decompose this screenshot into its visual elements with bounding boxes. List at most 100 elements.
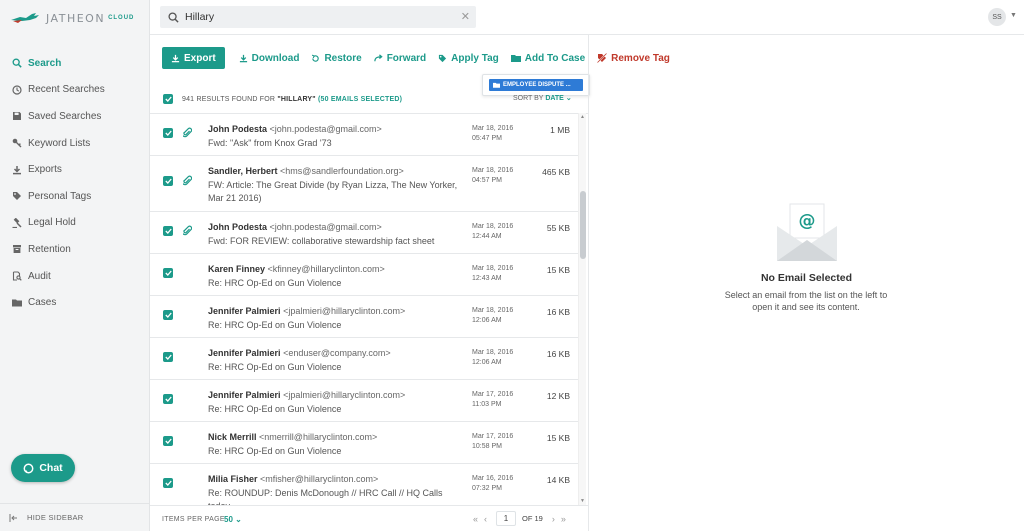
folder-icon <box>11 297 22 308</box>
remove-tag-button[interactable]: Remove Tag <box>597 53 670 64</box>
sidebar-item-label: Personal Tags <box>28 190 92 202</box>
search-icon <box>11 58 22 69</box>
search-input[interactable] <box>185 11 455 23</box>
email-row[interactable]: Jennifer Palmieri <jpalmieri@hillaryclin… <box>150 380 578 422</box>
email-date-time: 12:06 AM <box>472 317 502 324</box>
row-checkbox[interactable] <box>163 478 173 488</box>
items-per-page-label: ITEMS PER PAGE <box>162 516 225 523</box>
email-sender: Karen Finney <kfinney@hillaryclinton.com… <box>208 264 385 274</box>
search-bar: ✕ <box>160 6 476 28</box>
check-icon <box>164 96 172 102</box>
apply-tag-button[interactable]: Apply Tag <box>438 53 499 64</box>
email-date-day: Mar 17, 2016 <box>472 433 514 440</box>
toolbar: Export Download Restore Forward Apply Ta… <box>162 47 682 69</box>
results-selected: (50 EMAILS SELECTED) <box>317 95 403 103</box>
fox-logo-icon <box>11 13 39 23</box>
email-row[interactable]: Nick Merrill <nmerrill@hillaryclinton.co… <box>150 422 578 464</box>
row-checkbox[interactable] <box>163 226 173 236</box>
row-checkbox[interactable] <box>163 128 173 138</box>
check-icon <box>164 228 172 234</box>
sidebar-item-label: Search <box>28 57 62 69</box>
remove-tag-label: Remove Tag <box>611 52 670 64</box>
email-row[interactable]: Jennifer Palmieri <jpalmieri@hillaryclin… <box>150 296 578 338</box>
check-icon <box>164 178 172 184</box>
pagination: « ‹ 1 OF 19 › » <box>470 511 569 526</box>
sender-name: Milia Fisher <box>208 474 258 484</box>
email-date-day: Mar 18, 2016 <box>472 349 514 356</box>
email-row[interactable]: Jennifer Palmieri <enduser@company.com> R… <box>150 338 578 380</box>
sidebar-item-retention[interactable]: Retention <box>0 236 150 263</box>
sidebar-item-cases[interactable]: Cases <box>0 289 150 316</box>
list-scrollbar[interactable]: ▲ ▼ <box>578 113 586 505</box>
sidebar-item-search[interactable]: Search <box>0 50 150 77</box>
email-date: Mar 18, 2016 05:47 PM <box>472 124 513 144</box>
sidebar-item-exports[interactable]: Exports <box>0 156 150 183</box>
email-row[interactable]: John Podesta <john.podesta@gmail.com> Fwd… <box>150 114 578 156</box>
sidebar-item-label: Retention <box>28 243 71 255</box>
email-subject: Fwd: FOR REVIEW: collaborative stewardsh… <box>208 236 435 246</box>
forward-button[interactable]: Forward <box>373 53 426 64</box>
email-sender: Jennifer Palmieri <enduser@company.com> <box>208 348 391 358</box>
email-date-day: Mar 16, 2016 <box>472 475 514 482</box>
tag-icon <box>439 54 447 62</box>
row-checkbox[interactable] <box>163 176 173 186</box>
first-page-icon[interactable]: « <box>473 514 478 524</box>
email-sender: Jennifer Palmieri <jpalmieri@hillaryclin… <box>208 390 405 400</box>
row-checkbox[interactable] <box>163 352 173 362</box>
row-checkbox[interactable] <box>163 268 173 278</box>
last-page-icon[interactable]: » <box>561 514 566 524</box>
email-date-day: Mar 18, 2016 <box>472 307 514 314</box>
attachment-icon <box>181 175 193 189</box>
scroll-thumb[interactable] <box>580 191 586 259</box>
sidebar-item-saved-searches[interactable]: Saved Searches <box>0 103 150 130</box>
search-icon <box>168 11 179 23</box>
sidebar-item-keyword-lists[interactable]: Keyword Lists <box>0 130 150 157</box>
export-button[interactable]: Export <box>162 47 225 69</box>
avatar[interactable]: SS <box>988 8 1006 26</box>
row-checkbox[interactable] <box>163 394 173 404</box>
sidebar-item-recent-searches[interactable]: Recent Searches <box>0 77 150 104</box>
sender-address: <jpalmieri@hillaryclinton.com> <box>283 306 406 316</box>
items-per-page-select[interactable]: 50 ⌄ <box>224 515 242 524</box>
clear-search-icon[interactable]: ✕ <box>461 10 470 23</box>
hide-sidebar-label: HIDE SIDEBAR <box>27 513 84 522</box>
sort-control[interactable]: SORT BY DATE ⌄ <box>513 94 572 102</box>
email-date: Mar 18, 2016 12:06 AM <box>472 348 513 368</box>
email-row[interactable]: Milia Fisher <mfisher@hillaryclinton.com… <box>150 464 578 505</box>
add-to-case-button[interactable]: Add To Case <box>510 53 585 64</box>
restore-button[interactable]: Restore <box>311 52 362 64</box>
email-date-time: 12:06 AM <box>472 359 502 366</box>
email-date: Mar 16, 2016 07:32 PM <box>472 474 513 494</box>
select-all-checkbox[interactable] <box>163 94 173 104</box>
hide-sidebar-button[interactable]: HIDE SIDEBAR <box>0 503 150 531</box>
prev-page-icon[interactable]: ‹ <box>484 514 487 524</box>
email-row[interactable]: John Podesta <john.podesta@gmail.com> Fwd… <box>150 212 578 254</box>
email-sender: John Podesta <john.podesta@gmail.com> <box>208 222 382 232</box>
restore-label: Restore <box>324 52 362 64</box>
sidebar-item-audit[interactable]: Audit <box>0 263 150 290</box>
row-checkbox[interactable] <box>163 310 173 320</box>
sender-address: <john.podesta@gmail.com> <box>269 124 382 134</box>
email-row[interactable]: Karen Finney <kfinney@hillaryclinton.com… <box>150 254 578 296</box>
sidebar-item-label: Legal Hold <box>28 217 76 229</box>
chat-button[interactable]: Chat <box>11 454 75 482</box>
chevron-down-icon[interactable]: ▼ <box>1010 12 1017 19</box>
scroll-up-icon[interactable]: ▲ <box>580 114 585 120</box>
email-date-day: Mar 18, 2016 <box>472 167 514 174</box>
download-button[interactable]: Download <box>239 53 299 64</box>
row-checkbox[interactable] <box>163 436 173 446</box>
next-page-icon[interactable]: › <box>552 514 555 524</box>
email-date: Mar 17, 2016 10:58 PM <box>472 432 513 452</box>
sidebar-item-legal-hold[interactable]: Legal Hold <box>0 210 150 237</box>
check-icon <box>164 396 172 402</box>
email-subject: FW: Article: The Great Divide (by Ryan L… <box>208 180 458 203</box>
email-size: 15 KB <box>546 433 570 443</box>
scroll-down-icon[interactable]: ▼ <box>580 498 585 504</box>
logo[interactable]: JATHEON CLOUD <box>10 9 134 27</box>
email-date: Mar 18, 2016 12:44 AM <box>472 222 513 242</box>
sidebar-item-personal-tags[interactable]: Personal Tags <box>0 183 150 210</box>
email-row[interactable]: Sandler, Herbert <hms@sandlerfoundation.… <box>150 156 578 212</box>
sort-label: SORT BY <box>513 95 544 102</box>
remove-tag-icon <box>597 53 608 63</box>
page-number-input[interactable]: 1 <box>496 511 517 526</box>
